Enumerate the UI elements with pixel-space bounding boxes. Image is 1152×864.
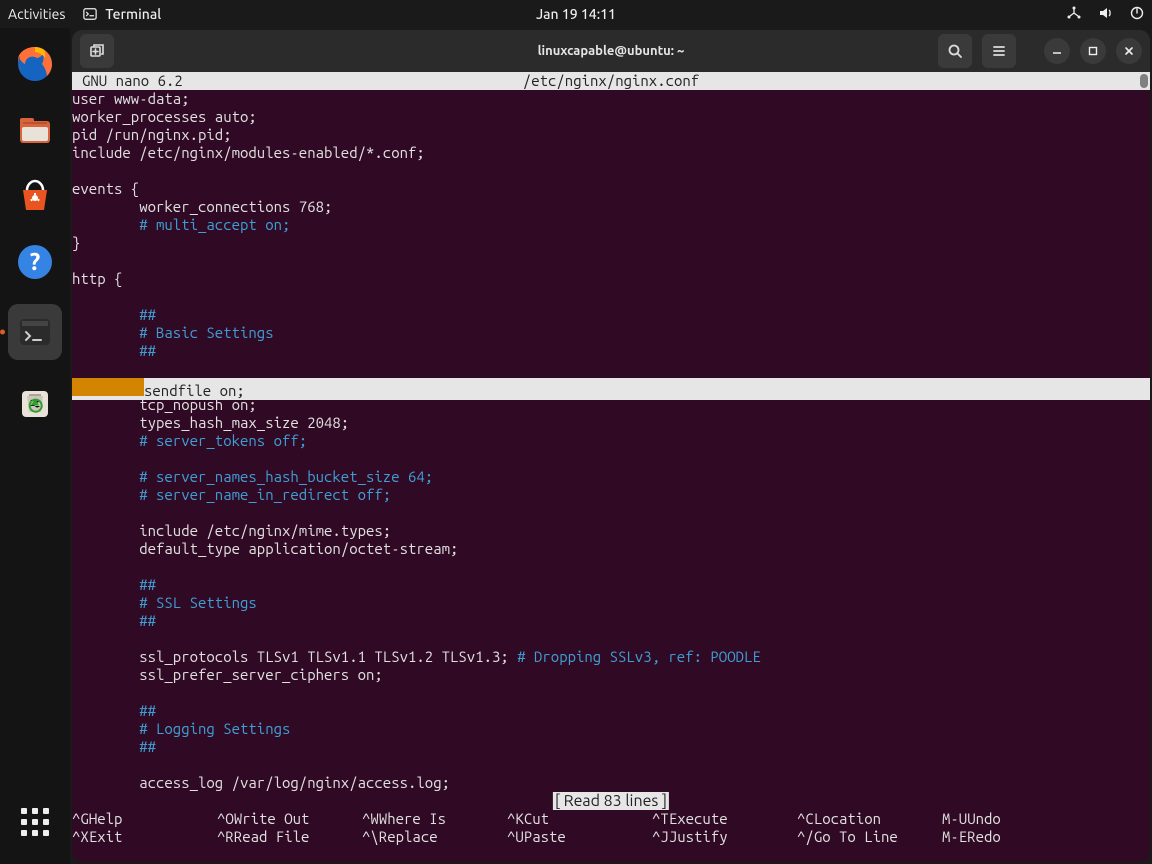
nano-editor-content[interactable]: user www-data;worker_processes auto;pid … [72, 90, 1150, 792]
scrollbar[interactable] [1138, 90, 1150, 862]
nano-shortcut: ^G Help [72, 810, 217, 828]
dock-item-software[interactable] [11, 172, 59, 220]
activities-button[interactable]: Activities [8, 6, 65, 22]
dock-item-help[interactable]: ? [11, 238, 59, 286]
nano-shortcut: ^K Cut [507, 810, 652, 828]
nano-shortcut-bar: ^G Help^O Write Out^W Where Is^K Cut^T E… [72, 810, 1150, 846]
nano-shortcut: ^T Execute [652, 810, 797, 828]
volume-indicator-icon[interactable] [1098, 6, 1114, 23]
gnome-top-panel: Activities Terminal Jan 19 14:11 [0, 0, 1152, 28]
power-indicator-icon[interactable] [1130, 6, 1144, 23]
close-button[interactable] [1116, 38, 1142, 64]
nano-shortcut: ^X Exit [72, 828, 217, 846]
network-indicator-icon[interactable] [1066, 6, 1082, 23]
apps-grid-icon [21, 808, 49, 836]
show-applications-button[interactable] [11, 798, 59, 846]
scrollbar-thumb[interactable] [1140, 74, 1148, 88]
window-title: linuxcapable@ubuntu: ~ [538, 44, 685, 58]
nano-status-message: [ Read 83 lines ] [553, 792, 669, 810]
hamburger-menu-button[interactable] [982, 34, 1016, 68]
maximize-button[interactable] [1080, 38, 1106, 64]
search-button[interactable] [938, 34, 972, 68]
terminal-panel-icon [83, 7, 97, 21]
active-app-indicator[interactable]: Terminal [83, 6, 161, 22]
nano-shortcut: ^R Read File [217, 828, 362, 846]
nano-file-path: /etc/nginx/nginx.conf [523, 72, 699, 89]
panel-clock[interactable]: Jan 19 14:11 [536, 6, 616, 22]
nano-shortcut: ^\ Replace [362, 828, 507, 846]
nano-status-row: [ Read 83 lines ] [72, 792, 1150, 810]
terminal-window: linuxcapable@ubuntu: ~ GNU nano 6.2 /etc… [72, 30, 1150, 862]
dock-item-files[interactable] [11, 106, 59, 154]
dock-item-terminal[interactable] [8, 304, 62, 360]
nano-shortcut: ^O Write Out [217, 810, 362, 828]
nano-shortcut: ^W Where Is [362, 810, 507, 828]
gnome-dock: ? [0, 28, 70, 864]
new-tab-button[interactable] [80, 34, 114, 68]
active-app-label: Terminal [105, 6, 161, 22]
nano-shortcut: ^J Justify [652, 828, 797, 846]
dock-item-trash[interactable] [11, 378, 59, 426]
dock-item-firefox[interactable] [11, 40, 59, 88]
nano-shortcut: M-E Redo [942, 828, 1001, 846]
nano-shortcut: ^C Location [797, 810, 942, 828]
nano-shortcut: ^/ Go To Line [797, 828, 942, 846]
nano-shortcut: ^U Paste [507, 828, 652, 846]
minimize-button[interactable] [1044, 38, 1070, 64]
nano-app-label: GNU nano 6.2 [72, 72, 183, 90]
svg-text:?: ? [30, 248, 41, 275]
nano-shortcut: M-U Undo [942, 810, 1001, 828]
nano-header: GNU nano 6.2 /etc/nginx/nginx.conf [72, 72, 1150, 90]
window-titlebar[interactable]: linuxcapable@ubuntu: ~ [72, 30, 1150, 72]
terminal-body[interactable]: GNU nano 6.2 /etc/nginx/nginx.conf user … [72, 72, 1150, 862]
